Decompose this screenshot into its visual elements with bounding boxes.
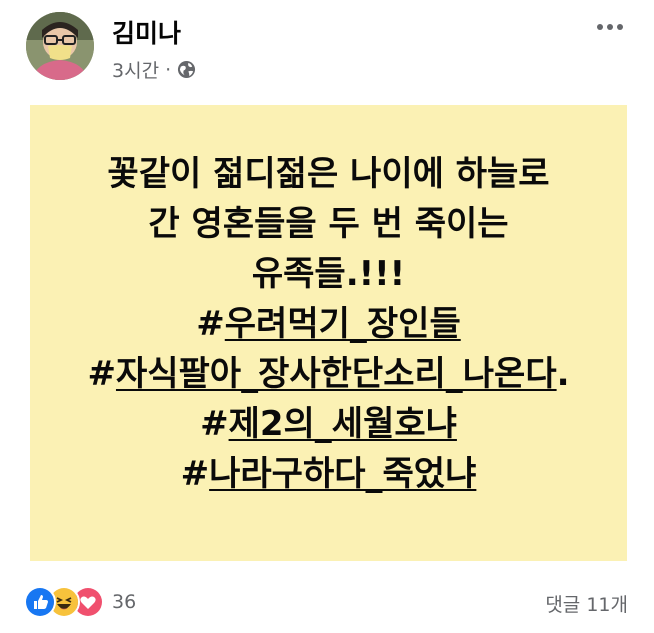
hashtag-link[interactable]: #자식팔아_장사한단소리_나온다 [87, 354, 556, 394]
post-meta: 3시간 · [112, 56, 196, 83]
hashtag-line: #우려먹기_장인들 [30, 299, 627, 349]
reactions-summary[interactable]: 36 [24, 586, 136, 618]
hashtag-link[interactable]: #우려먹기_장인들 [196, 304, 460, 344]
reaction-count: 36 [112, 591, 137, 613]
post-text: 꽃같이 젊디젊은 나이에 하늘로 간 영혼들을 두 번 죽이는 유족들.!!! … [30, 149, 627, 499]
post-footer: 36 댓글 11개 [0, 572, 654, 633]
profile-photo [26, 12, 94, 80]
post-time[interactable]: 3시간 [112, 56, 159, 83]
post-header: 김미나 3시간 · [0, 0, 654, 100]
more-options-icon[interactable] [592, 14, 628, 40]
hashtag-link[interactable]: #나라구하다_죽었냐 [181, 454, 477, 494]
post-text-line: 간 영혼들을 두 번 죽이는 [148, 204, 509, 244]
author-name[interactable]: 김미나 [112, 14, 181, 50]
post-text-line: 유족들.!!! [251, 254, 406, 294]
avatar[interactable] [26, 12, 94, 80]
globe-icon [177, 60, 196, 79]
hashtag-line: #나라구하다_죽었냐 [30, 449, 627, 499]
hashtag-link[interactable]: #제2의_세월호냐 [200, 404, 457, 444]
post-content-card: 꽃같이 젊디젊은 나이에 하늘로 간 영혼들을 두 번 죽이는 유족들.!!! … [30, 105, 627, 561]
hashtag-line: #제2의_세월호냐 [30, 399, 627, 449]
hashtag-line: #자식팔아_장사한단소리_나온다. [87, 354, 570, 394]
meta-separator: · [165, 58, 172, 81]
like-icon [24, 586, 56, 618]
post-text-line: 꽃같이 젊디젊은 나이에 하늘로 [107, 154, 550, 194]
comments-count[interactable]: 댓글 11개 [545, 590, 628, 617]
